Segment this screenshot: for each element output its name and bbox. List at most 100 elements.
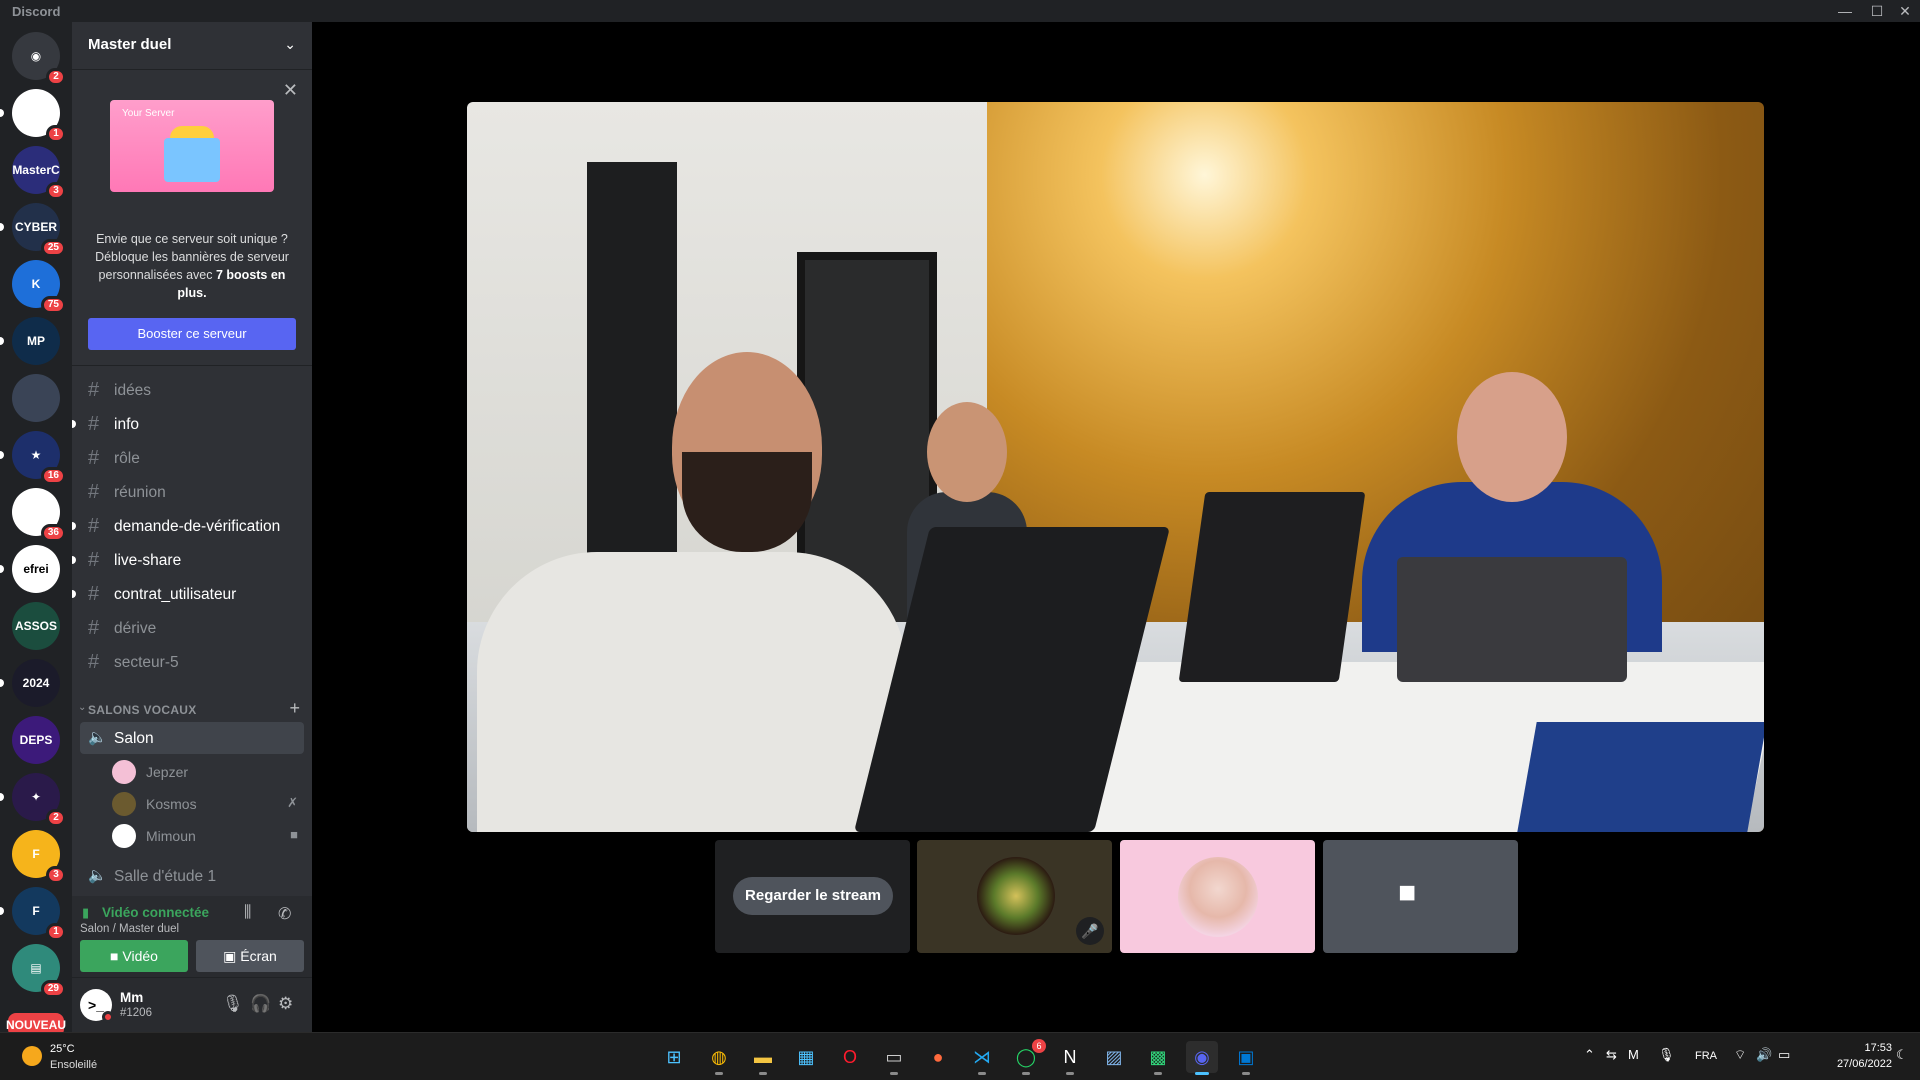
add-channel-icon[interactable]: + [289, 698, 300, 719]
server-glyph: NOUVEAU [6, 1018, 67, 1032]
network-settings-icon[interactable]: ⇆ [1606, 1047, 1617, 1063]
photos-icon[interactable]: ▣ [1230, 1041, 1262, 1075]
vscode-icon[interactable]: ⋊ [966, 1041, 998, 1075]
server-icon[interactable]: F3 [12, 830, 66, 884]
text-channel[interactable]: # info [72, 408, 304, 440]
battery-icon[interactable]: ▭ [1778, 1047, 1790, 1063]
whatsapp-icon[interactable]: ◯ 6 [1010, 1039, 1046, 1075]
running-indicator [1195, 1072, 1209, 1075]
text-channel[interactable]: # rôle [80, 442, 304, 474]
weather-temperature[interactable]: 25°C [50, 1043, 75, 1055]
server-glyph: ▤ [30, 961, 42, 975]
camera-off-tile[interactable]: ■ [1323, 840, 1518, 953]
voice-channel[interactable]: 🔈 Salle d'étude 1 [80, 860, 304, 892]
server-icon[interactable] [12, 374, 60, 422]
minimize-button[interactable]: — [1830, 0, 1860, 22]
voice-status[interactable]: Vidéo connectée [102, 905, 209, 920]
server-icon[interactable]: 1 [12, 89, 66, 143]
chrome-icon[interactable]: ◍ [703, 1041, 735, 1075]
unread-indicator [72, 522, 76, 530]
text-channel[interactable]: # demande-de-vérification [72, 510, 304, 542]
watch-stream-button[interactable]: Regarder le stream [733, 877, 893, 915]
stream-tile[interactable]: Regarder le stream [715, 840, 910, 953]
terminal-icon[interactable]: ▭ [878, 1041, 910, 1075]
server-icon[interactable]: 36 [12, 488, 66, 542]
postman-icon[interactable]: ● [922, 1041, 954, 1073]
text-channel[interactable]: # idées [80, 374, 304, 406]
participant-tile-jepzer[interactable] [1120, 840, 1315, 953]
settings-gear-icon[interactable]: ⚙ [278, 994, 293, 1014]
voice-participant[interactable]: Jepzer [112, 758, 304, 786]
hash-icon: # [88, 481, 100, 503]
server-glyph: MP [27, 334, 45, 348]
voice-category[interactable]: ⌄ SALONS VOCAUX + [76, 698, 308, 719]
text-channel[interactable]: # dérive [80, 612, 304, 644]
voice-participant[interactable]: Mimoun ■ [112, 822, 304, 850]
clock-date[interactable]: 27/06/2022 [1808, 1058, 1892, 1070]
notion-icon[interactable]: N [1054, 1041, 1086, 1075]
start-button[interactable]: ⊞ [658, 1041, 690, 1073]
server-icon[interactable]: CYBER 25 [12, 203, 66, 257]
server-icon[interactable]: K 75 [12, 260, 66, 314]
guild-header[interactable]: Master duel ⌄ [72, 22, 312, 70]
file-explorer-icon[interactable]: ▬ [747, 1041, 779, 1075]
sun-icon[interactable] [22, 1046, 42, 1066]
microphone-icon[interactable]: 🎙 [1658, 1047, 1675, 1063]
server-icon[interactable]: ✦ 2 [12, 773, 66, 827]
voice-channel[interactable]: 🔈 Salon [80, 722, 304, 754]
video-button[interactable]: ■ Vidéo [80, 940, 188, 972]
server-icon[interactable]: 2024 [12, 659, 60, 707]
server-icon[interactable]: MasterC 3 [12, 146, 66, 200]
clock-time[interactable]: 17:53 [1852, 1042, 1892, 1054]
participant-tile-kosmos[interactable]: 🎤 [917, 840, 1112, 953]
gmail-icon[interactable]: M [1628, 1047, 1639, 1062]
voice-location[interactable]: Salon / Master duel [80, 923, 179, 935]
voice-participant[interactable]: Kosmos ✗ [112, 790, 304, 818]
opera-icon[interactable]: O [834, 1041, 866, 1073]
maximize-button[interactable]: ☐ [1862, 0, 1892, 22]
server-icon[interactable]: ▤ 29 [12, 944, 66, 998]
server-icon[interactable]: NOUVEAU [6, 1013, 67, 1032]
discord-taskbar-icon[interactable]: ◉ [1186, 1041, 1218, 1075]
server-icon[interactable]: ★ 16 [12, 431, 66, 485]
main-video-feed[interactable] [467, 102, 1764, 832]
text-channel[interactable]: # live-share [72, 544, 304, 576]
unread-indicator [0, 109, 4, 117]
language-indicator[interactable]: FRA [1695, 1050, 1717, 1062]
server-icon[interactable]: ◉ 2 [12, 32, 66, 86]
hash-icon: # [88, 583, 100, 605]
username[interactable]: Mm [120, 990, 143, 1005]
server-icon[interactable]: DEPS [12, 716, 60, 764]
store-icon[interactable]: ▦ [790, 1041, 822, 1073]
server-icon[interactable]: ASSOS [12, 602, 60, 650]
server-glyph: ASSOS [14, 619, 57, 633]
text-channel[interactable]: # contrat_utilisateur [72, 578, 304, 610]
person-head [927, 402, 1007, 502]
moon-icon[interactable]: ☾ [1896, 1047, 1908, 1063]
server-glyph: F [32, 904, 40, 918]
screen-share-button[interactable]: ▣ Écran [196, 940, 304, 972]
close-button[interactable]: ✕ [1890, 0, 1920, 22]
volume-icon[interactable]: 🔊 [1756, 1047, 1772, 1063]
datagrip-icon[interactable]: ▩ [1142, 1041, 1174, 1075]
noise-suppression-icon[interactable]: ⫼ [244, 904, 251, 922]
chevron-up-icon[interactable]: ⌃ [1584, 1047, 1595, 1063]
server-icon[interactable]: MP [12, 317, 60, 365]
hash-icon: # [88, 379, 100, 401]
chart-app-icon[interactable]: ▨ [1098, 1041, 1130, 1073]
server-icon[interactable]: efrei [12, 545, 60, 593]
microphone-icon[interactable]: 🎙 [222, 994, 244, 1014]
close-icon[interactable]: ✕ [283, 80, 298, 101]
weather-description[interactable]: Ensoleillé [50, 1059, 97, 1071]
text-channel[interactable]: # réunion [80, 476, 304, 508]
disconnect-icon[interactable]: ✆ [278, 904, 291, 924]
channel-name: demande-de-vérification [114, 518, 281, 535]
wifi-icon[interactable]: ⌔ [1734, 1047, 1746, 1063]
boost-server-button[interactable]: Booster ce serveur [88, 318, 296, 350]
server-icon[interactable]: F1 [12, 887, 66, 941]
text-channel[interactable]: # secteur-5 [80, 646, 304, 678]
signal-icon[interactable]: ▮ [82, 905, 89, 921]
person-beard [682, 452, 812, 552]
participant-name: Jepzer [146, 764, 189, 780]
headphones-icon[interactable]: 🎧 [250, 994, 271, 1014]
